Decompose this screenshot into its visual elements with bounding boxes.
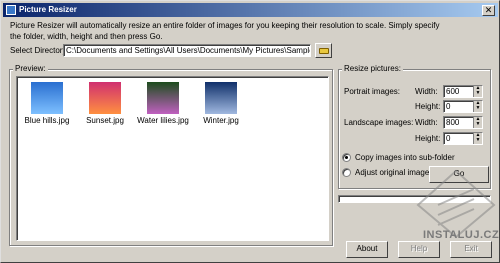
resize-label: Resize pictures: — [342, 64, 403, 73]
copy-subfolder-label[interactable]: Copy images into sub-folder — [355, 153, 455, 162]
thumbnail-image[interactable] — [205, 82, 237, 114]
thumbnail-image[interactable] — [147, 82, 179, 114]
adjust-original-radio[interactable] — [342, 168, 351, 177]
thumbnail-image[interactable] — [31, 82, 63, 114]
landscape-width-value: 800 — [446, 118, 460, 127]
landscape-height-spinner[interactable]: ▲ ▼ — [473, 133, 482, 144]
landscape-width-label: Width: — [415, 118, 438, 127]
app-window: Picture Resizer ✕ Picture Resizer will a… — [0, 0, 500, 263]
about-button[interactable]: About — [346, 241, 388, 258]
thumbnail-label[interactable]: Winter.jpg — [191, 116, 251, 125]
thumbnail-label[interactable]: Blue hills.jpg — [17, 116, 77, 125]
landscape-height-value: 0 — [446, 134, 451, 143]
landscape-width-input[interactable]: 800 ▲ ▼ — [443, 116, 483, 129]
directory-label: Select Directory: — [10, 46, 69, 55]
title-bar[interactable]: Picture Resizer ✕ — [3, 3, 498, 17]
landscape-width-spinner[interactable]: ▲ ▼ — [473, 117, 482, 128]
preview-list[interactable]: Blue hills.jpg Sunset.jpg Water lilies.jpg… — [16, 76, 329, 241]
portrait-width-label: Width: — [415, 87, 438, 96]
portrait-height-spinner[interactable]: ▲ ▼ — [473, 101, 482, 112]
watermark-text: INSTALUJ.CZ — [423, 229, 500, 241]
portrait-height-input[interactable]: 0 ▲ ▼ — [443, 100, 483, 113]
exit-button[interactable]: Exit — [450, 241, 492, 258]
portrait-height-value: 0 — [446, 102, 451, 111]
portrait-width-value: 600 — [446, 87, 460, 96]
folder-icon — [319, 48, 329, 54]
window-title: Picture Resizer — [19, 5, 77, 14]
help-button[interactable]: Help — [398, 241, 440, 258]
portrait-height-label: Height: — [415, 102, 441, 111]
thumbnail-label[interactable]: Water lilies.jpg — [133, 116, 193, 125]
landscape-height-input[interactable]: 0 ▲ ▼ — [443, 132, 483, 145]
browse-folder-button[interactable] — [315, 43, 332, 58]
landscape-height-label: Height: — [415, 134, 441, 143]
thumbnail-label[interactable]: Sunset.jpg — [75, 116, 135, 125]
preview-label: Preview: — [13, 64, 48, 73]
directory-input[interactable]: C:\Documents and Settings\All Users\Docu… — [63, 44, 311, 57]
portrait-label: Portrait images: — [344, 87, 401, 96]
thumbnail-image[interactable] — [89, 82, 121, 114]
copy-subfolder-radio[interactable] — [342, 153, 351, 162]
landscape-label: Landscape images: — [344, 118, 414, 127]
portrait-width-input[interactable]: 600 ▲ ▼ — [443, 85, 483, 98]
app-icon — [6, 5, 16, 15]
description-text: Picture Resizer will automatically resiz… — [10, 21, 440, 41]
portrait-width-spinner[interactable]: ▲ ▼ — [473, 86, 482, 97]
close-button[interactable]: ✕ — [482, 5, 495, 16]
